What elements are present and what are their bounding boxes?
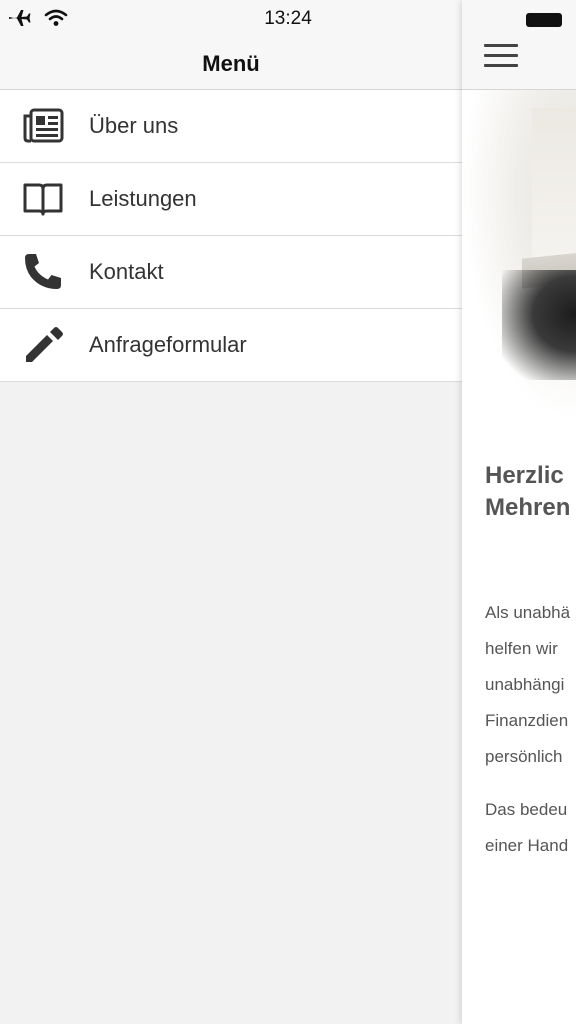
menu-item-label: Über uns [89,113,179,138]
heading-line: Mehren [485,494,571,521]
drawer-header: Menü [0,38,462,90]
menu-item-ueber-uns[interactable]: Über uns [0,90,462,163]
content-navbar [462,0,576,90]
welcome-heading: Herzlic Mehren [485,460,576,524]
newspaper-icon [21,104,65,148]
paragraph-line: persönlich [485,747,563,766]
drawer-title: Menü [202,50,260,76]
paragraph-line: Als unabhä [485,603,571,622]
menu-item-leistungen[interactable]: Leistungen [0,163,462,236]
side-drawer: Menü Über uns Leistungen Kontakt Anfrage… [0,0,462,1024]
heading-line: Herzlic [485,462,564,489]
menu-item-label: Leistungen [89,186,197,211]
pencil-icon [21,323,65,367]
open-book-icon [21,177,65,221]
paragraph-line: helfen wir [485,639,558,658]
paragraph-line: unabhängi [485,675,565,694]
battery-icon [524,10,576,35]
hero-image [462,90,576,420]
paragraph-line: einer Hand [485,836,569,855]
menu-item-label: Kontakt [89,259,164,284]
menu-item-anfrageformular[interactable]: Anfrageformular [0,309,462,382]
phone-icon [21,250,65,294]
menu-item-kontakt[interactable]: Kontakt [0,236,462,309]
menu-item-label: Anfrageformular [89,332,247,357]
paragraph-line: Das bedeu [485,800,568,819]
hamburger-menu-icon[interactable] [484,44,518,70]
main-content-pane[interactable]: Herzlic Mehren Als unabhä helfen wir una… [462,0,576,1024]
paragraph-line: Finanzdien [485,711,569,730]
menu-list: Über uns Leistungen Kontakt Anfrageformu… [0,90,462,382]
